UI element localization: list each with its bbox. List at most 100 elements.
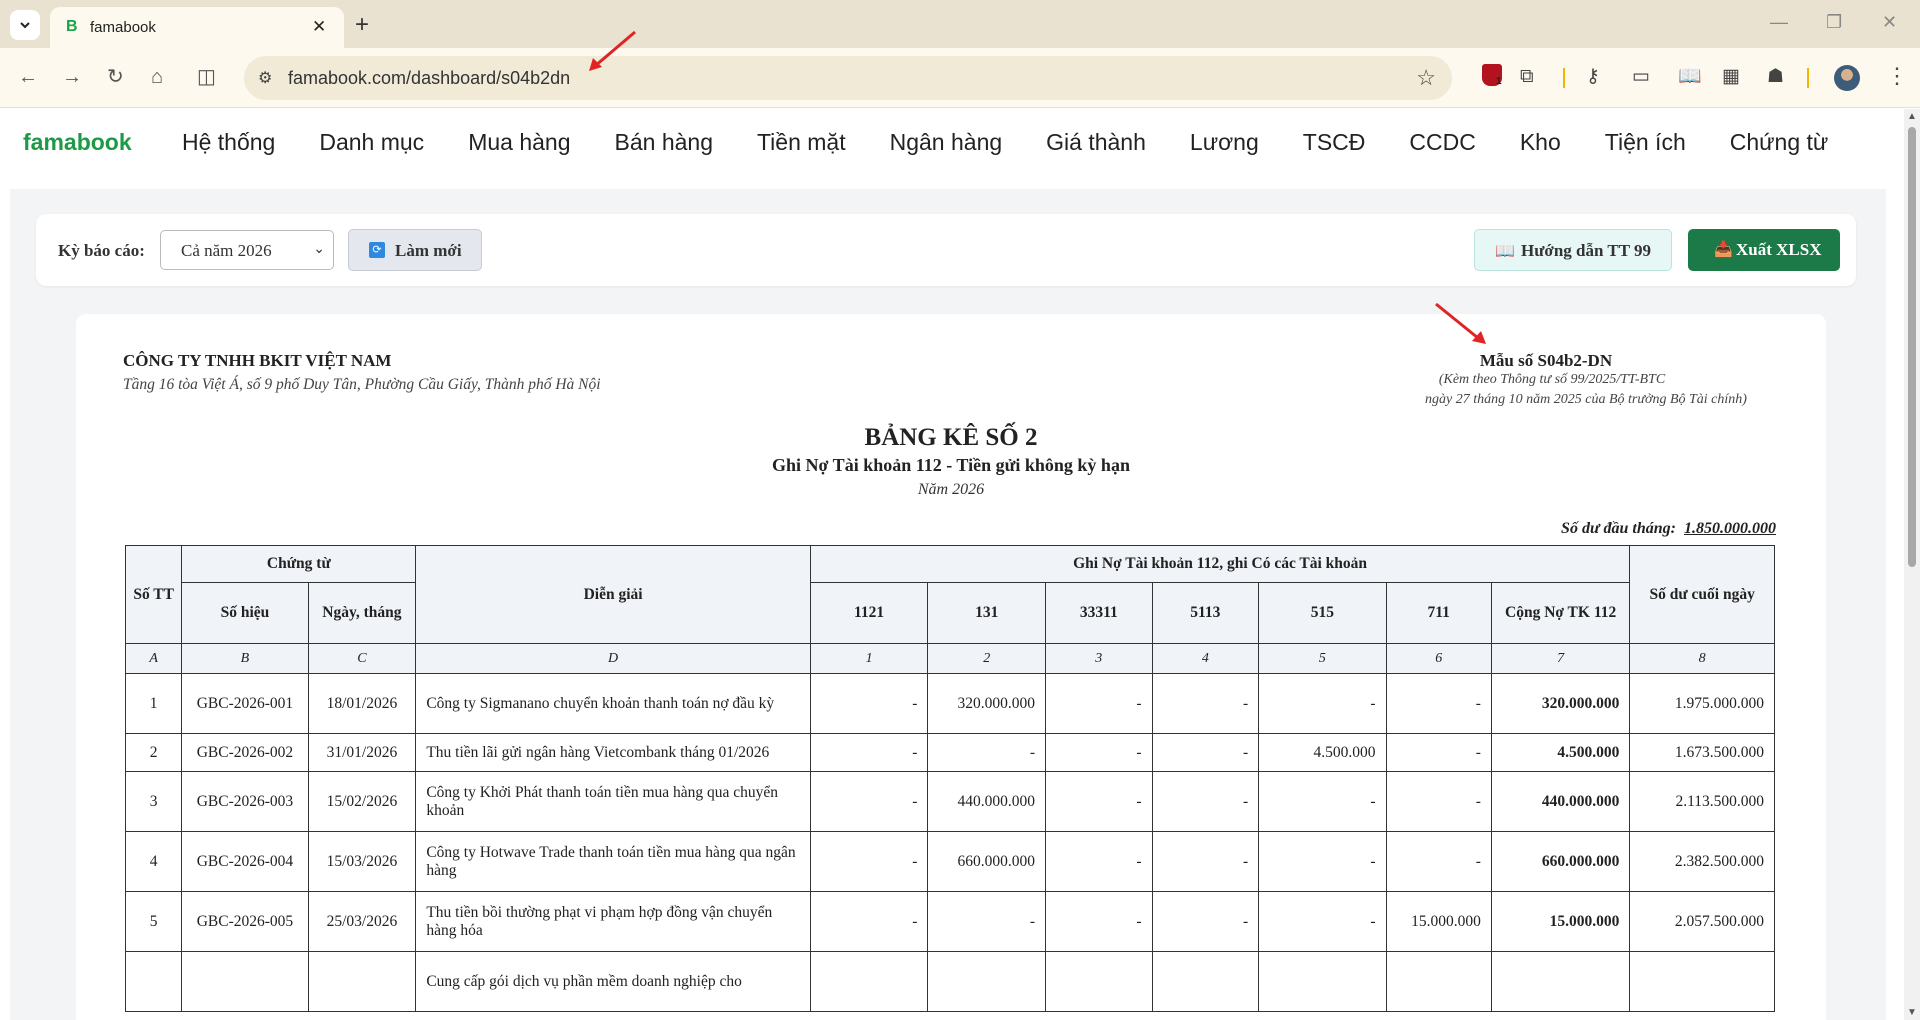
menu-item-luong[interactable]: Lương [1168, 129, 1281, 156]
tab-title: famabook [90, 19, 156, 36]
header-voucher-date: Ngày, tháng [307, 582, 417, 644]
table-row[interactable]: 5 GBC-2026-005 25/03/2026 Thu tiền bồi thườ… [124, 891, 1775, 952]
brand-logo[interactable]: famabook [23, 129, 132, 156]
opening-balance: Số dư đầu tháng: 1.850.000.000 [1561, 520, 1776, 538]
cell-no: GBC-2026-003 [181, 771, 309, 832]
cell-total: 660.000.000 [1490, 831, 1631, 892]
menu-item-gia-thanh[interactable]: Giá thành [1024, 129, 1168, 156]
reload-icon[interactable]: ↻ [107, 65, 124, 89]
cell-a131: - [927, 891, 1046, 952]
menu-item-ban-hang[interactable]: Bán hàng [593, 129, 735, 156]
cell-a5113: - [1151, 771, 1260, 832]
url-text[interactable]: famabook.com/dashboard/s04b2dn [288, 68, 570, 89]
header-total-debit: Cộng Nợ TK 112 [1490, 582, 1631, 644]
cell-total: 440.000.000 [1490, 771, 1631, 832]
table-row[interactable]: Cung cấp gói dịch vụ phần mềm doanh nghi… [124, 951, 1775, 1012]
cell-stt: 1 [124, 673, 183, 734]
ledger-table: Số TT Chứng từ Diễn giải Ghi Nợ Tài khoả… [124, 545, 1775, 1012]
address-bar[interactable]: ⚙ famabook.com/dashboard/s04b2dn ☆ [244, 56, 1452, 100]
reading-mode-icon[interactable]: 📖 [1678, 65, 1702, 89]
scroll-up-icon[interactable]: ▲ [1907, 111, 1917, 122]
minimize-icon[interactable]: — [1770, 12, 1788, 33]
cell-a711: - [1385, 771, 1492, 832]
split-view-icon[interactable]: ◫ [197, 65, 216, 89]
browser-toolbar: ← → ↻ ⌂ ◫ ⚙ famabook.com/dashboard/s04b2… [0, 48, 1920, 108]
cell-desc: Cung cấp gói dịch vụ phần mềm doanh nghi… [415, 951, 811, 1012]
browser-tab[interactable]: B famabook ✕ [50, 7, 344, 48]
scroll-down-icon[interactable]: ▼ [1907, 1007, 1917, 1018]
cell-a1121: - [809, 831, 929, 892]
cell-date: 15/03/2026 [307, 831, 417, 892]
cell-a711 [1385, 951, 1492, 1012]
page-scrollbar[interactable]: ▲ ▼ [1904, 109, 1920, 1020]
period-select[interactable]: Cả năm 2026 ⌄ [160, 230, 334, 270]
refresh-button[interactable]: ⟳ Làm mới [348, 229, 482, 271]
incognito-icon[interactable]: ☗ [1767, 65, 1784, 89]
cell-a131: - [927, 733, 1046, 772]
table-row[interactable]: 3 GBC-2026-003 15/02/2026 Công ty Khởi Phát… [124, 771, 1775, 832]
close-tab-icon[interactable]: ✕ [312, 17, 326, 37]
web-page: famabook Hệ thống Danh mục Mua hàng Bán … [0, 109, 1904, 1020]
menu-item-kho[interactable]: Kho [1498, 129, 1583, 156]
menu-item-chung-tu[interactable]: Chứng từ [1708, 129, 1851, 156]
scroll-thumb[interactable] [1908, 127, 1916, 567]
bookmark-star-icon[interactable]: ☆ [1416, 65, 1436, 91]
menu-item-ccdc[interactable]: CCDC [1387, 129, 1497, 156]
cell-no: GBC-2026-005 [181, 891, 309, 952]
tab-search-button[interactable] [10, 10, 40, 40]
cell-a711: - [1385, 673, 1492, 734]
extension-shield-icon[interactable]: 1 [1482, 64, 1502, 87]
menu-item-danh-muc[interactable]: Danh mục [297, 129, 446, 156]
col-code: 1 [809, 643, 929, 674]
extensions-puzzle-icon[interactable]: ⧉ [1520, 65, 1534, 89]
cell-a5113: - [1151, 831, 1260, 892]
col-code: 2 [927, 643, 1046, 674]
forward-icon[interactable]: → [62, 65, 82, 89]
site-info-icon[interactable]: ⚙ [258, 68, 272, 88]
cell-a33311: - [1044, 831, 1153, 892]
menu-item-tscd[interactable]: TSCĐ [1281, 129, 1388, 156]
password-key-icon[interactable]: ⚷ [1586, 65, 1600, 89]
cell-total: 320.000.000 [1490, 673, 1631, 734]
export-icon: 📥 [1714, 241, 1733, 258]
table-row[interactable]: 4 GBC-2026-004 15/03/2026 Công ty Hotwave T… [124, 831, 1775, 892]
more-menu-icon[interactable]: ⋮ [1886, 63, 1908, 89]
menu-item-tien-ich[interactable]: Tiện ích [1583, 129, 1708, 156]
new-tab-icon[interactable]: + [355, 10, 369, 40]
menu-item-tien-mat[interactable]: Tiền mặt [735, 129, 868, 156]
cell-a5113 [1151, 951, 1260, 1012]
cell-a5113: - [1151, 733, 1260, 772]
export-button-label: Xuất XLSX [1736, 240, 1822, 259]
menu-item-he-thong[interactable]: Hệ thống [160, 129, 297, 156]
menu-item-mua-hang[interactable]: Mua hàng [446, 129, 592, 156]
browser-tab-strip: B famabook ✕ + — ❐ ✕ [0, 0, 1920, 48]
cell-desc: Thu tiền lãi gửi ngân hàng Vietcombank t… [415, 733, 811, 772]
cell-a711: 15.000.000 [1385, 891, 1492, 952]
opening-balance-amount: 1.850.000.000 [1684, 520, 1776, 537]
menu-item-ngan-hang[interactable]: Ngân hàng [868, 129, 1025, 156]
cell-balance: 2.113.500.000 [1629, 771, 1775, 832]
profile-avatar[interactable] [1834, 65, 1860, 91]
sidebar-table-icon[interactable]: ▦ [1722, 65, 1740, 89]
refresh-icon: ⟳ [369, 242, 385, 258]
close-window-icon[interactable]: ✕ [1882, 12, 1897, 33]
col-code: B [181, 643, 309, 674]
cell-a33311: - [1044, 733, 1153, 772]
cell-a515: - [1258, 831, 1387, 892]
report-subtitle: Ghi Nợ Tài khoản 112 - Tiền gửi không kỳ… [772, 455, 1130, 475]
restore-icon[interactable]: ❐ [1826, 12, 1842, 33]
export-xlsx-button[interactable]: 📥 Xuất XLSX [1688, 229, 1840, 271]
cell-a131: 660.000.000 [927, 831, 1046, 892]
table-row[interactable]: 1 GBC-2026-001 18/01/2026 Công ty Sigmanano… [124, 673, 1775, 734]
header-closing-balance: Số dư cuối ngày [1629, 545, 1775, 644]
home-icon[interactable]: ⌂ [151, 65, 163, 89]
guide-button[interactable]: 📖 Hướng dẫn TT 99 [1474, 229, 1672, 271]
payment-card-icon[interactable]: ▭ [1632, 65, 1650, 89]
table-row[interactable]: 2 GBC-2026-002 31/01/2026 Thu tiền lãi gửi … [124, 733, 1775, 772]
period-select-value: Cả năm 2026 [181, 241, 272, 260]
back-icon[interactable]: ← [18, 65, 38, 89]
cell-no: GBC-2026-002 [181, 733, 309, 772]
guide-button-label: Hướng dẫn TT 99 [1521, 241, 1652, 260]
header-account-131: 131 [927, 582, 1046, 644]
cell-a515: - [1258, 891, 1387, 952]
